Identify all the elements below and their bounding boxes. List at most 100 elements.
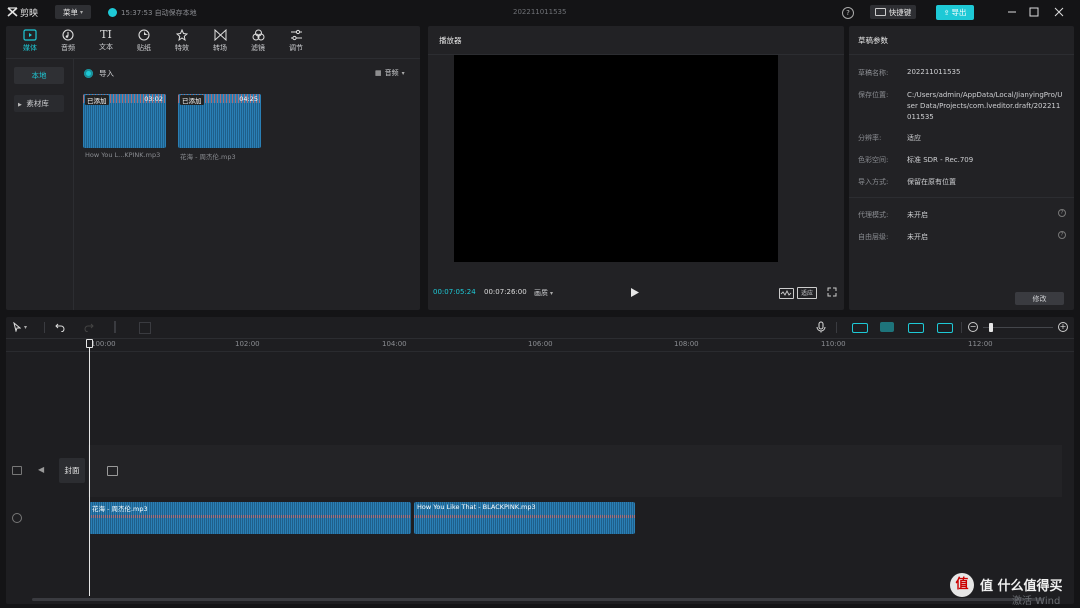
preview-axis-button[interactable] (937, 323, 953, 333)
audio-icon (62, 29, 74, 41)
adjust-icon (290, 29, 302, 41)
ruler-label: 106:00 (528, 340, 553, 348)
tab-filter[interactable]: 滤镜 (244, 28, 272, 56)
side-item-label: 本地 (31, 71, 47, 80)
windows-activation-text: 激活 Wind (1012, 596, 1061, 607)
ruler-label: 102:00 (235, 340, 260, 348)
zoom-slider-handle[interactable] (989, 323, 993, 332)
param-divider (849, 197, 1074, 198)
param-label: 色彩空间: (858, 156, 889, 164)
edit-button[interactable]: 修改 (1015, 292, 1064, 305)
draft-title: 草稿参数 (858, 36, 888, 45)
text-icon: TI (100, 28, 112, 41)
cursor-icon (13, 322, 21, 332)
side-item-local[interactable]: 本地 (14, 67, 64, 84)
clip-name: How You Like That - BLACKPINK.mp3 (417, 503, 536, 511)
media-clip-card[interactable]: 已添加 03:02 (83, 94, 166, 148)
param-label: 自由层级: (858, 233, 889, 241)
tool-divider (836, 322, 837, 333)
horizontal-scrollbar[interactable] (32, 598, 1044, 601)
tab-effects[interactable]: 特效 (168, 28, 196, 56)
menu-button[interactable]: 菜单 ▾ (55, 5, 91, 19)
tab-audio[interactable]: 音频 (54, 28, 82, 56)
media-icon (23, 29, 37, 41)
clip-duration: 03:02 (144, 95, 163, 103)
ratio-button[interactable]: 适应 (797, 287, 817, 299)
tab-label: 特效 (175, 44, 189, 52)
clip-duration: 04:25 (239, 95, 258, 103)
minimize-button[interactable] (1006, 6, 1018, 18)
undo-icon (55, 323, 65, 332)
delete-button[interactable] (139, 322, 151, 334)
ruler-label: 104:00 (382, 340, 407, 348)
split-button[interactable] (114, 321, 116, 333)
import-button[interactable]: 导入 (84, 67, 114, 79)
chevron-down-icon: ▾ (401, 69, 405, 77)
main-track-magnet-button[interactable] (852, 323, 868, 333)
tab-label: 转场 (213, 44, 227, 52)
mute-button[interactable]: ◀ (38, 465, 44, 474)
shortcut-button[interactable]: 快捷键 (870, 5, 916, 19)
maximize-button[interactable] (1028, 6, 1040, 18)
autosave-status: 15:37:53 自动保存本地 (121, 9, 197, 17)
video-track-icon (12, 466, 22, 475)
param-value: 标准 SDR - Rec.709 (907, 156, 974, 164)
audio-clip[interactable]: How You Like That - BLACKPINK.mp3 (414, 502, 635, 534)
record-button[interactable] (816, 321, 826, 333)
redo-button[interactable] (84, 322, 94, 332)
undo-button[interactable] (55, 322, 65, 332)
waveform-toggle-button[interactable] (779, 288, 794, 299)
ruler-label: 112:00 (968, 340, 993, 348)
draft-divider (849, 54, 1074, 55)
tab-label: 滤镜 (251, 44, 265, 52)
tab-label: 文本 (99, 43, 113, 51)
fullscreen-button[interactable] (827, 287, 837, 297)
clip-name: 花海 - 周杰伦.mp3 (180, 153, 236, 161)
total-time: 00:07:26:00 (484, 288, 527, 296)
param-value: 未开启 (907, 233, 928, 241)
zoom-in-icon[interactable]: + (1058, 322, 1068, 332)
close-button[interactable] (1053, 6, 1065, 18)
time-ruler[interactable]: 100:00 102:00 104:00 106:00 108:00 110:0… (6, 339, 1074, 352)
tool-divider (44, 322, 45, 333)
cover-label: 封面 (64, 466, 80, 475)
tab-sticker[interactable]: 贴纸 (130, 28, 158, 56)
zoom-out-icon[interactable]: − (968, 322, 978, 332)
side-item-library[interactable]: ▶ 素材库 (14, 95, 64, 112)
tab-adjust[interactable]: 调节 (282, 28, 310, 56)
clip-name: How You L...KPINK.mp3 (85, 151, 161, 159)
player-panel: 播放器 00:07:05:24 00:07:26:00 画质 ▾ 适应 (428, 26, 844, 310)
title-bar: 剪映 菜单 ▾ 15:37:53 自动保存本地 202211011535 ? 快… (0, 0, 1080, 24)
view-toggle[interactable]: ▦ 音频 ▾ (375, 68, 405, 78)
auto-snap-button[interactable] (880, 322, 894, 332)
param-value: 202211011535 (907, 68, 961, 76)
player-title: 播放器 (439, 36, 462, 45)
info-icon[interactable]: ? (1058, 209, 1066, 217)
audio-clip[interactable]: 花海 - 周杰伦.mp3 (89, 502, 411, 534)
playhead-handle[interactable] (86, 339, 93, 348)
media-clip-card[interactable]: 已添加 04:25 (178, 94, 261, 148)
export-button[interactable]: ⇪ 导出 (936, 5, 974, 20)
project-title: 202211011535 (513, 8, 567, 16)
shortcut-label: 快捷键 (888, 7, 912, 17)
current-time: 00:07:05:24 (433, 288, 476, 296)
sticker-icon (138, 29, 150, 41)
tab-media[interactable]: 媒体 (16, 28, 44, 56)
tab-transition[interactable]: 转场 (206, 28, 234, 56)
chevron-down-icon: ▾ (24, 323, 28, 331)
quality-dropdown[interactable]: 画质 ▾ (534, 288, 553, 298)
zoom-slider[interactable] (983, 323, 1053, 332)
cover-button[interactable]: 封面 (59, 458, 85, 483)
app-name: 剪映 (20, 9, 39, 19)
select-tool-button[interactable]: ▾ (13, 322, 27, 332)
info-icon[interactable]: ? (1058, 231, 1066, 239)
effects-icon (176, 29, 188, 41)
tab-label: 调节 (289, 44, 303, 52)
tab-text[interactable]: TI 文本 (92, 28, 120, 56)
help-icon[interactable]: ? (842, 7, 854, 19)
app-logo-icon (7, 7, 18, 17)
play-button[interactable] (631, 288, 639, 297)
param-label: 代理模式: (858, 211, 889, 219)
linkage-button[interactable] (908, 323, 924, 333)
video-preview[interactable] (454, 55, 778, 262)
